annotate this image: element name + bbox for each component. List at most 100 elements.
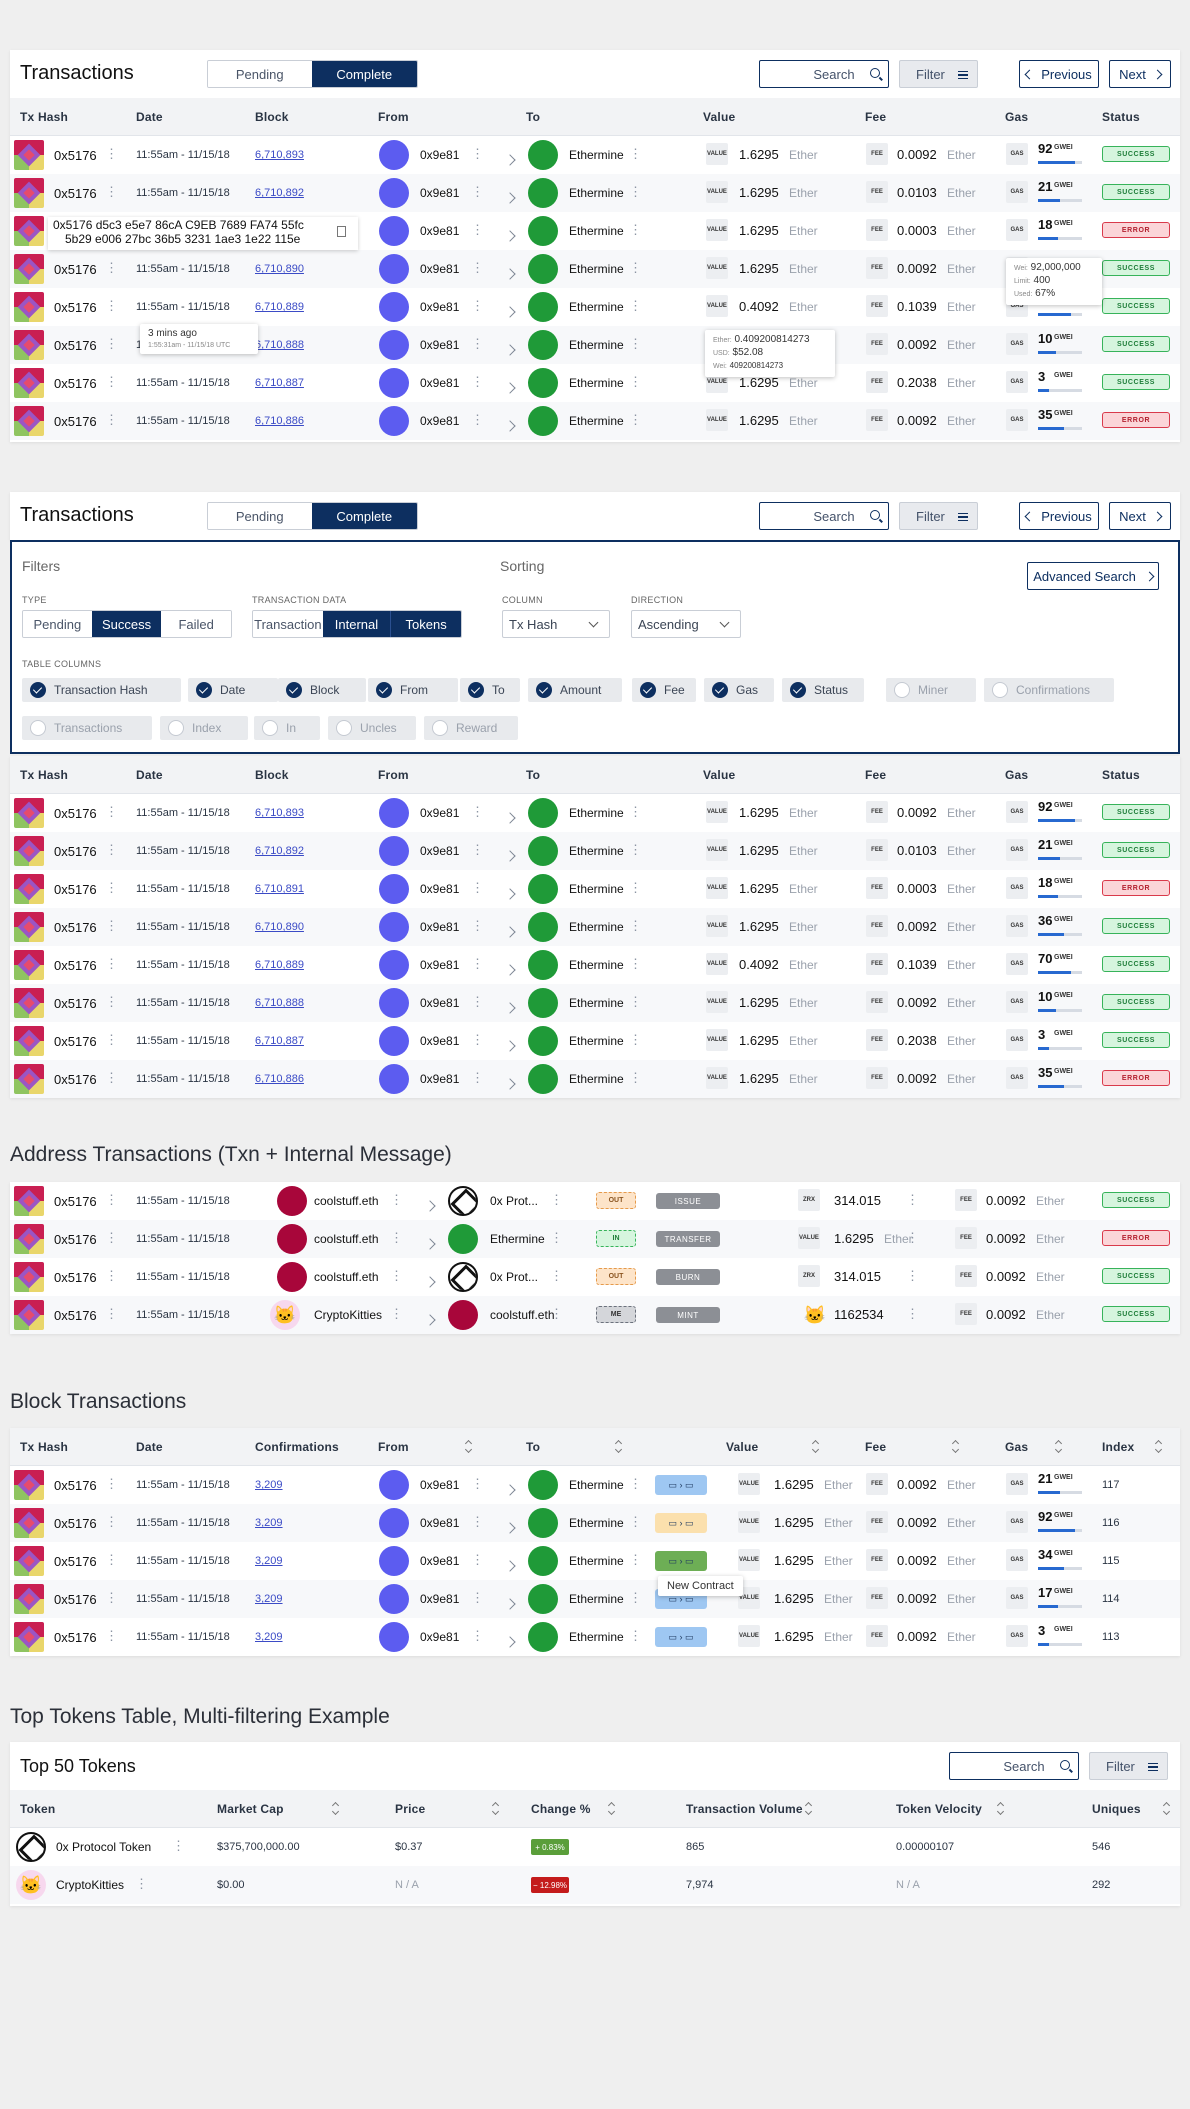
block-link[interactable]: 6,710,888 (255, 997, 304, 1009)
tab-pending[interactable]: Pending (208, 61, 312, 87)
tab-complete[interactable]: Complete (311, 61, 417, 87)
from-address[interactable]: 0x9e81 (420, 414, 459, 428)
more-menu-icon[interactable] (105, 260, 118, 276)
col-fee[interactable]: Fee (865, 768, 886, 782)
col-status[interactable]: Status (1102, 110, 1140, 124)
block-link[interactable]: 6,710,893 (255, 149, 304, 161)
col-value[interactable]: Value (703, 110, 735, 124)
more-menu-icon[interactable] (471, 222, 484, 238)
tx-hash[interactable]: 0x5176 (54, 1516, 97, 1531)
copy-icon[interactable] (337, 226, 346, 237)
column-chip-reward[interactable]: Reward (424, 716, 518, 740)
col-uniques[interactable]: Uniques (1092, 1802, 1141, 1816)
more-menu-icon[interactable] (906, 1268, 919, 1284)
more-menu-icon[interactable] (105, 298, 118, 314)
more-menu-icon[interactable] (471, 956, 484, 972)
to-address[interactable]: Ethermine (569, 1592, 624, 1606)
block-link[interactable]: 6,710,890 (255, 921, 304, 933)
tx-hash[interactable]: 0x5176 (54, 806, 97, 821)
to-address[interactable]: Ethermine (569, 376, 624, 390)
tx-hash[interactable]: 0x5176 (54, 882, 97, 897)
col-confirmations[interactable]: Confirmations (255, 1440, 339, 1454)
more-menu-icon[interactable] (629, 994, 642, 1010)
search-input[interactable]: Search (759, 60, 889, 88)
to-address[interactable]: Ethermine (569, 1554, 624, 1568)
more-menu-icon[interactable] (390, 1306, 403, 1322)
column-chip-uncles[interactable]: Uncles (328, 716, 416, 740)
from-address[interactable]: 0x9e81 (420, 1478, 459, 1492)
more-menu-icon[interactable] (629, 222, 642, 238)
more-menu-icon[interactable] (471, 1590, 484, 1606)
col-change-[interactable]: Change % (531, 1802, 591, 1816)
to-address[interactable]: Ethermine (569, 300, 624, 314)
col-block[interactable]: Block (255, 110, 289, 124)
to-address[interactable]: Ethermine (569, 1516, 624, 1530)
more-menu-icon[interactable] (471, 994, 484, 1010)
col-to[interactable]: To (526, 110, 540, 124)
sort-icon[interactable] (332, 1803, 340, 1815)
block-link[interactable]: 6,710,892 (255, 187, 304, 199)
more-menu-icon[interactable] (390, 1192, 403, 1208)
to-address[interactable]: 0x Prot... (490, 1270, 538, 1284)
from-address[interactable]: 0x9e81 (420, 1072, 459, 1086)
more-menu-icon[interactable] (471, 1476, 484, 1492)
more-menu-icon[interactable] (105, 1306, 118, 1322)
sort-icon[interactable] (952, 1441, 960, 1453)
tx-type-icon[interactable]: ▭ › ▭ (655, 1627, 707, 1647)
more-menu-icon[interactable] (471, 1552, 484, 1568)
more-menu-icon[interactable] (550, 1230, 563, 1246)
token-filter-button[interactable]: Filter (1089, 1752, 1168, 1780)
more-menu-icon[interactable] (105, 1192, 118, 1208)
column-chip-transactions[interactable]: Transactions (22, 716, 152, 740)
from-address[interactable]: 0x9e81 (420, 262, 459, 276)
from-address[interactable]: 0x9e81 (420, 1554, 459, 1568)
col-tx-hash[interactable]: Tx Hash (20, 768, 68, 782)
confirmations-link[interactable]: 3,209 (255, 1593, 283, 1605)
col-token-velocity[interactable]: Token Velocity (896, 1802, 982, 1816)
to-address[interactable]: Ethermine (569, 1072, 624, 1086)
col-gas[interactable]: Gas (1005, 110, 1028, 124)
type-pending[interactable]: Pending (23, 611, 92, 637)
from-address[interactable]: 0x9e81 (420, 1592, 459, 1606)
more-menu-icon[interactable] (629, 412, 642, 428)
from-address[interactable]: 0x9e81 (420, 920, 459, 934)
more-menu-icon[interactable] (629, 880, 642, 896)
to-address[interactable]: Ethermine (569, 996, 624, 1010)
col-token[interactable]: Token (20, 1802, 55, 1816)
block-link[interactable]: 6,710,893 (255, 807, 304, 819)
col-gas[interactable]: Gas (1005, 1440, 1028, 1454)
more-menu-icon[interactable] (550, 1268, 563, 1284)
column-chip-from[interactable]: From (368, 678, 458, 702)
more-menu-icon[interactable] (471, 880, 484, 896)
col-date[interactable]: Date (136, 1440, 163, 1454)
tx-hash[interactable]: 0x5176 (54, 844, 97, 859)
tx-hash[interactable]: 0x5176 (54, 186, 97, 201)
more-menu-icon[interactable] (105, 1230, 118, 1246)
filter-button[interactable]: Filter (899, 60, 978, 88)
more-menu-icon[interactable] (105, 1552, 118, 1568)
col-fee[interactable]: Fee (865, 110, 886, 124)
tx-hash[interactable]: 0x5176 (54, 1270, 97, 1285)
tx-hash[interactable]: 0x5176 (54, 920, 97, 935)
confirmations-link[interactable]: 3,209 (255, 1631, 283, 1643)
to-address[interactable]: Ethermine (569, 1630, 624, 1644)
direction-select[interactable]: Ascending (631, 610, 741, 638)
more-menu-icon[interactable] (629, 1070, 642, 1086)
block-link[interactable]: 6,710,887 (255, 1035, 304, 1047)
more-menu-icon[interactable] (105, 412, 118, 428)
to-address[interactable]: Ethermine (569, 186, 624, 200)
more-menu-icon[interactable] (471, 260, 484, 276)
confirmations-link[interactable]: 3,209 (255, 1517, 283, 1529)
sort-icon[interactable] (997, 1803, 1005, 1815)
more-menu-icon[interactable] (105, 994, 118, 1010)
col-from[interactable]: From (378, 768, 409, 782)
tx-hash[interactable]: 0x5176 (54, 1232, 97, 1247)
more-menu-icon[interactable] (105, 842, 118, 858)
column-chip-date[interactable]: Date (188, 678, 278, 702)
block-link[interactable]: 6,710,891 (255, 883, 304, 895)
sort-icon[interactable] (805, 1803, 813, 1815)
col-date[interactable]: Date (136, 768, 163, 782)
col-transaction-volume[interactable]: Transaction Volume (686, 1802, 803, 1816)
more-menu-icon[interactable] (105, 1070, 118, 1086)
more-menu-icon[interactable] (629, 336, 642, 352)
